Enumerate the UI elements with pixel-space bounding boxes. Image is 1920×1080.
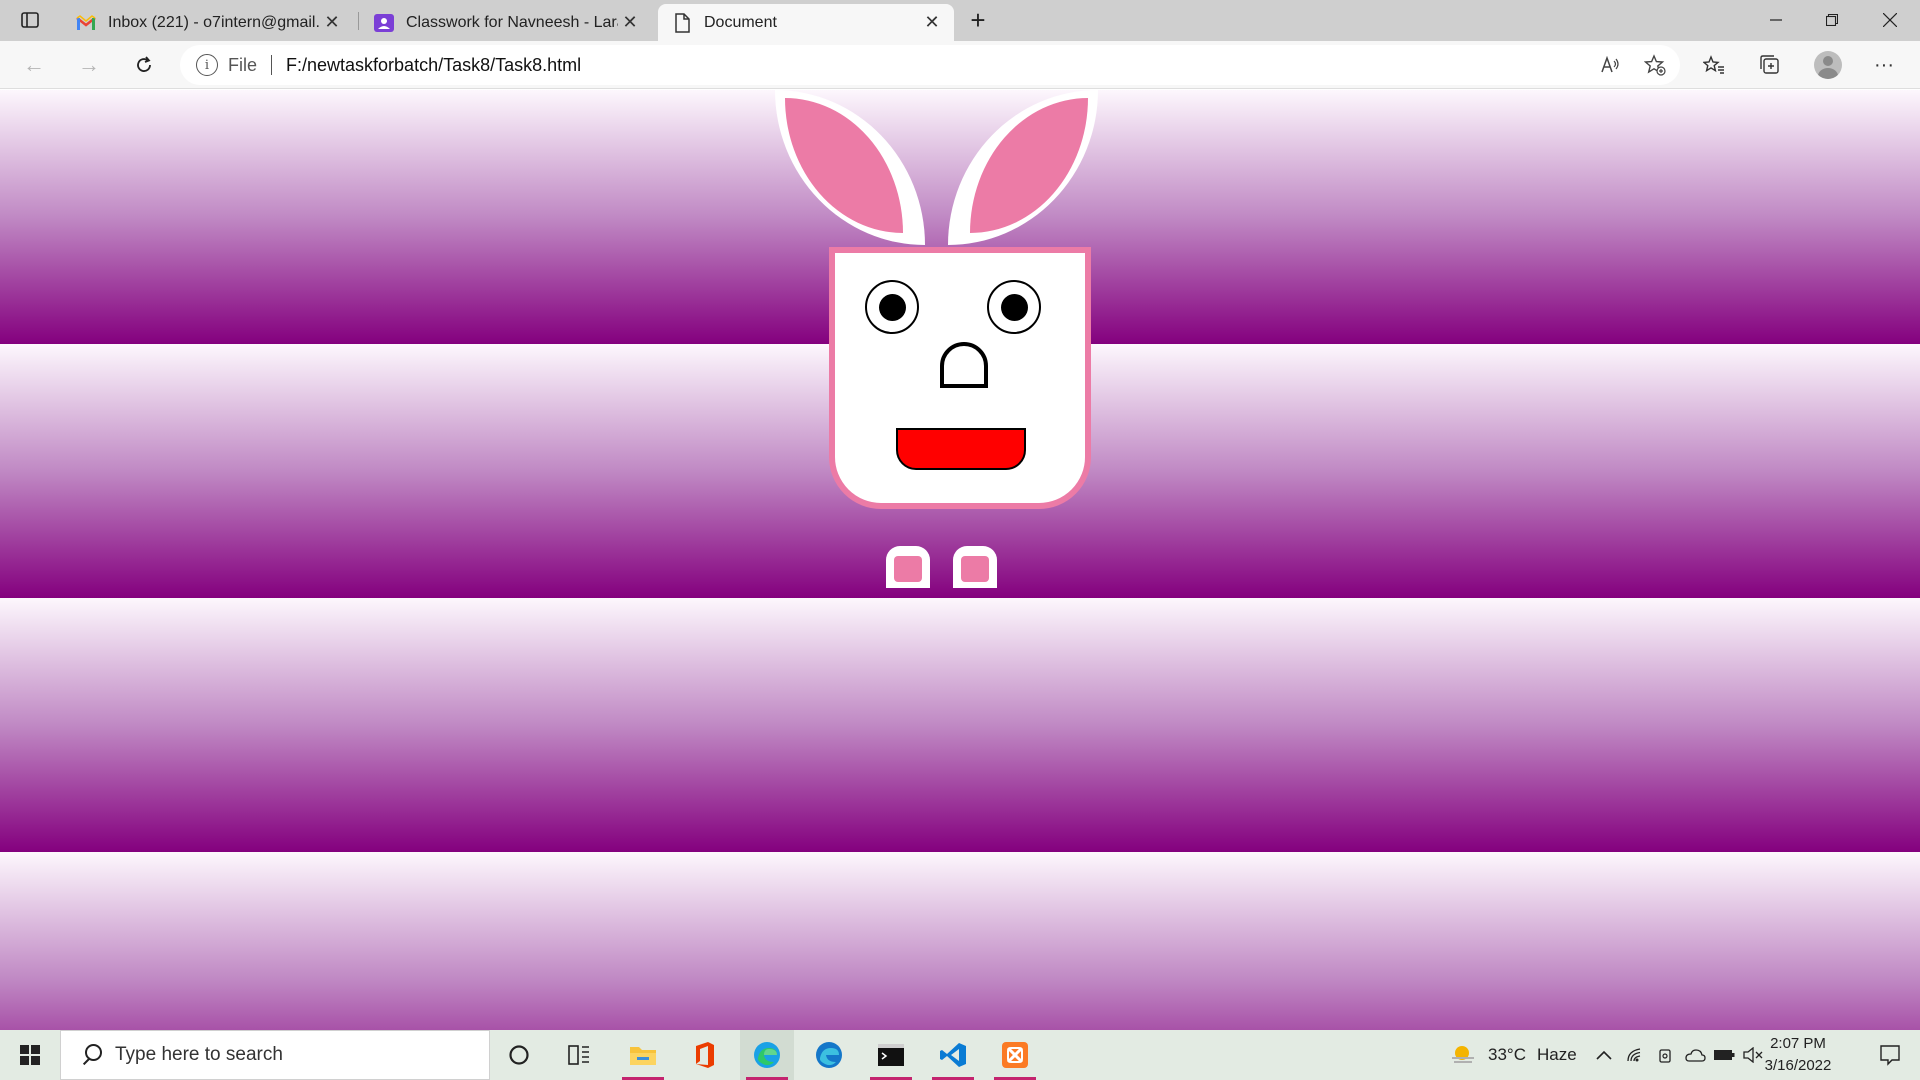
edge-beta-icon: [816, 1042, 842, 1068]
office-icon: [696, 1042, 714, 1068]
terminal-icon: [878, 1044, 904, 1066]
tab-gmail-inbox[interactable]: Inbox (221) - o7intern@gmail.co ✕: [62, 4, 354, 41]
meet-now-icon[interactable]: [1655, 1044, 1677, 1066]
weather-condition[interactable]: Haze: [1537, 1030, 1577, 1080]
office-button[interactable]: [678, 1030, 732, 1080]
chevron-up-icon[interactable]: [1593, 1044, 1615, 1066]
back-button[interactable]: ←: [16, 49, 52, 81]
wifi-icon[interactable]: [1625, 1044, 1647, 1066]
favorites-icon: [1703, 55, 1724, 74]
cortana-button[interactable]: [492, 1030, 546, 1080]
windows-logo-icon: [20, 1045, 40, 1065]
gradient-stripe: [0, 598, 1920, 852]
tab-title: Classwork for Navneesh - Larave: [406, 13, 618, 31]
gmail-icon: [76, 13, 96, 33]
address-toolbar: ← → i File F:/newtaskforbatch/Task8/Task…: [0, 41, 1920, 89]
bunny-left-pupil: [879, 294, 906, 321]
clock-time: 2:07 PM: [1770, 1035, 1826, 1052]
page-viewport: [0, 90, 1920, 1030]
task-view-icon: [568, 1045, 589, 1065]
collections-icon: [1760, 55, 1779, 74]
weather-haze-icon[interactable]: [1449, 1044, 1477, 1066]
bunny-right-foot: [953, 546, 997, 588]
xampp-icon: [1002, 1042, 1028, 1068]
document-icon: [672, 12, 692, 33]
bunny-head: [829, 247, 1091, 509]
taskbar-search-box[interactable]: Type here to search: [60, 1030, 490, 1080]
edge-button[interactable]: [740, 1030, 794, 1080]
minimize-window-button[interactable]: [1748, 0, 1804, 40]
close-tab-icon[interactable]: ✕: [320, 11, 344, 35]
tab-actions-icon: [21, 12, 39, 28]
tab-google-classroom[interactable]: Classwork for Navneesh - Larave ✕: [360, 4, 652, 41]
settings-more-button[interactable]: ···: [1866, 49, 1902, 81]
edge-beta-button[interactable]: [802, 1030, 856, 1080]
arrow-left-icon: ←: [23, 52, 45, 77]
taskbar-clock[interactable]: 2:07 PM 3/16/2022: [1760, 1033, 1836, 1077]
profile-avatar[interactable]: [1814, 51, 1842, 79]
close-icon: [1883, 13, 1897, 27]
bunny-nose: [940, 342, 988, 388]
minimize-icon: [1770, 19, 1782, 21]
cortana-icon: [509, 1045, 529, 1065]
tab-title: Document: [704, 13, 777, 31]
url-scheme-label: File: [228, 54, 258, 75]
bunny-left-eye: [865, 280, 919, 334]
file-explorer-icon: [630, 1047, 656, 1065]
google-classroom-icon: [374, 13, 394, 33]
tab-actions-menu-button[interactable]: [10, 6, 50, 34]
arrow-right-icon: →: [78, 52, 100, 77]
battery-icon[interactable]: [1713, 1044, 1735, 1066]
gradient-stripe: [0, 852, 1920, 1030]
xampp-button[interactable]: [988, 1030, 1042, 1080]
start-button[interactable]: [0, 1030, 60, 1080]
notification-icon: [1880, 1045, 1900, 1066]
close-window-button[interactable]: [1862, 0, 1918, 40]
task-view-button[interactable]: [552, 1030, 606, 1080]
vscode-icon: [940, 1043, 966, 1067]
file-explorer-button[interactable]: [616, 1030, 670, 1080]
address-bar[interactable]: i File F:/newtaskforbatch/Task8/Task8.ht…: [180, 45, 1680, 85]
read-aloud-icon[interactable]: [1595, 51, 1625, 79]
search-placeholder: Type here to search: [115, 1044, 283, 1065]
collections-button[interactable]: [1752, 49, 1788, 81]
edge-icon: [754, 1042, 780, 1068]
weather-temperature[interactable]: 33°C: [1488, 1030, 1526, 1080]
tab-title: Inbox (221) - o7intern@gmail.co: [108, 13, 320, 31]
vscode-button[interactable]: [926, 1030, 980, 1080]
add-favorite-icon[interactable]: [1640, 51, 1670, 79]
clock-date: 3/16/2022: [1764, 1057, 1832, 1074]
bunny-left-foot-pad: [894, 556, 922, 582]
close-tab-icon[interactable]: ✕: [618, 11, 642, 35]
refresh-icon: [137, 56, 151, 72]
bunny-right-pupil: [1001, 294, 1028, 321]
close-tab-icon[interactable]: ✕: [920, 11, 944, 35]
terminal-button[interactable]: [864, 1030, 918, 1080]
forward-button[interactable]: →: [71, 49, 107, 81]
bunny-mouth: [896, 428, 1026, 470]
windows-taskbar: Type here to search 33°C Haze 2:07 PM 3/…: [0, 1030, 1920, 1080]
divider: [271, 55, 273, 75]
tab-document[interactable]: Document ✕: [658, 4, 954, 41]
info-icon[interactable]: i: [196, 54, 218, 76]
tab-bar: Inbox (221) - o7intern@gmail.co ✕ Classw…: [0, 0, 1920, 41]
search-icon: [77, 1042, 103, 1068]
notification-center-button[interactable]: [1862, 1030, 1918, 1080]
bunny-right-foot-pad: [961, 556, 989, 582]
favorites-button[interactable]: [1696, 49, 1732, 81]
tab-separator: [358, 12, 359, 30]
url-text[interactable]: F:/newtaskforbatch/Task8/Task8.html: [286, 55, 581, 76]
bunny-right-eye: [987, 280, 1041, 334]
more-options-icon: ···: [1874, 53, 1894, 76]
restore-window-button[interactable]: [1804, 0, 1860, 40]
onedrive-icon[interactable]: [1684, 1044, 1706, 1066]
new-tab-button[interactable]: +: [962, 5, 994, 35]
bunny-left-foot: [886, 546, 930, 588]
restore-icon: [1826, 14, 1838, 26]
refresh-button[interactable]: [126, 49, 162, 81]
